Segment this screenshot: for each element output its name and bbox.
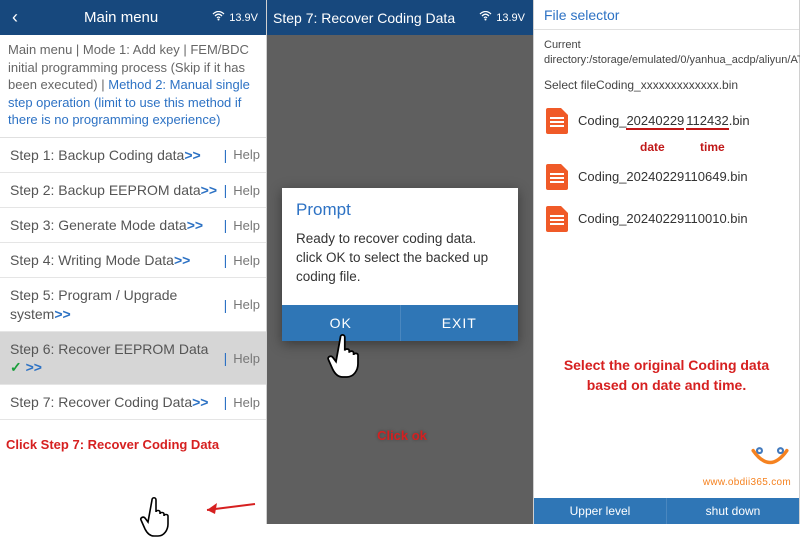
annotation-time: time [700,140,725,154]
smile-icon [749,446,791,472]
file-icon [546,108,568,134]
step7-title: Step 7: Recover Coding Data [267,10,479,26]
back-icon[interactable]: ‹ [0,7,30,28]
prompt-title: Prompt [282,188,518,226]
current-directory: Current directory:/storage/emulated/0/ya… [534,30,799,74]
help-link[interactable]: Help [233,297,260,312]
main-menu-title: Main menu [30,9,212,26]
prompt-body: Ready to recover coding data. click OK t… [282,226,518,305]
help-link[interactable]: Help [233,218,260,233]
file-name: Coding_20240229110649.bin [578,169,748,184]
help-link[interactable]: Help [233,395,260,410]
file-item[interactable]: Coding_20240229110649.bin [544,156,789,198]
file-item[interactable]: Coding_20240229112432.bin [544,100,789,142]
wifi-icon [212,11,225,24]
annotation-click-ok: Click ok [367,428,437,443]
annotation-click-step7: Click Step 7: Recover Coding Data [6,437,219,452]
file-icon [546,164,568,190]
exit-button[interactable]: EXIT [400,305,519,341]
annotation-select-original: Select the original Coding databased on … [534,356,799,395]
step-item-6[interactable]: Step 6: Recover EEPROM Data ✓ >> | Help [0,332,266,385]
step-item-3[interactable]: Step 3: Generate Mode data>> | Help [0,208,266,243]
step-item-2[interactable]: Step 2: Backup EEPROM data>> | Help [0,173,266,208]
annotation-date: date [640,140,665,154]
step-item-7[interactable]: Step 7: Recover Coding Data>> | Help [0,385,266,420]
status-voltage: 13.9V [212,11,266,24]
status-voltage: 13.9V [479,11,533,24]
upper-level-button[interactable]: Upper level [534,498,666,524]
help-link[interactable]: Help [233,183,260,198]
select-file-hint: Select fileCoding_xxxxxxxxxxxxx.bin [534,74,799,100]
header-main-menu: ‹ Main menu 13.9V [0,0,266,35]
wifi-icon [479,11,492,24]
help-link[interactable]: Help [233,351,260,366]
help-link[interactable]: Help [233,253,260,268]
header-step7: Step 7: Recover Coding Data 13.9V [267,0,533,35]
step-item-1[interactable]: Step 1: Backup Coding data>> | Help [0,138,266,173]
breadcrumb: Main menu | Mode 1: Add key | FEM/BDC in… [0,35,266,138]
step-item-5[interactable]: Step 5: Program / Upgrade system>> | Hel… [0,278,266,331]
hand-cursor-icon [138,492,178,540]
step-item-4[interactable]: Step 4: Writing Mode Data>> | Help [0,243,266,278]
ok-button[interactable]: OK [282,305,400,341]
prompt-dialog: Prompt Ready to recover coding data. cli… [282,188,518,341]
file-selector-title: File selector [534,0,799,30]
file-icon [546,206,568,232]
file-name: Coding_20240229112432.bin [578,113,750,128]
checkmark-icon: ✓ [10,359,22,375]
file-name: Coding_20240229110010.bin [578,211,748,226]
shut-down-button[interactable]: shut down [666,498,799,524]
logo-url: www.obdii365.com [703,477,791,488]
annotation-arrow-icon [195,494,260,514]
logo: www.obdii365.com [703,446,791,488]
file-item[interactable]: Coding_20240229110010.bin [544,198,789,240]
help-link[interactable]: Help [233,147,260,162]
